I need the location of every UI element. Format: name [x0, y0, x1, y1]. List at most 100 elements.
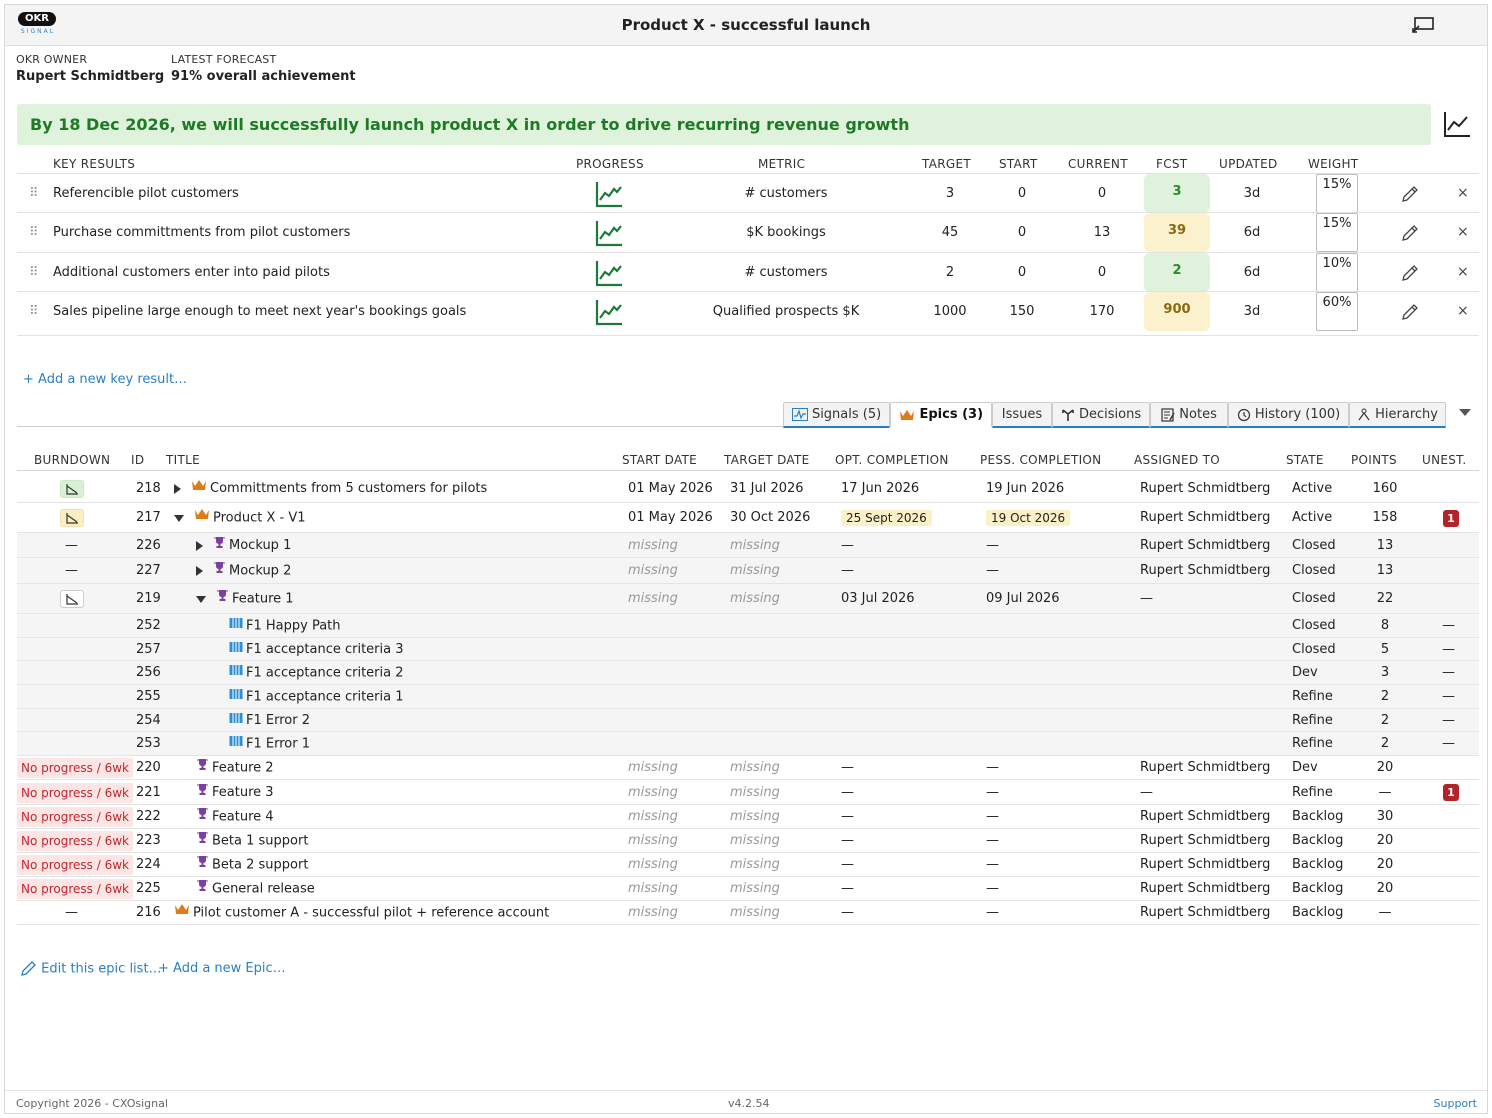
epic-title[interactable]: Feature 1	[232, 592, 294, 607]
progress-chart-icon[interactable]	[595, 180, 623, 208]
unestimated-count-badge[interactable]: 1	[1443, 784, 1459, 801]
expand-chevron-right-icon[interactable]	[196, 540, 203, 551]
more-tabs-chevron-down-icon[interactable]	[1459, 409, 1471, 416]
epic-title[interactable]: F1 Error 2	[246, 713, 310, 728]
support-link[interactable]: Support	[1434, 1097, 1477, 1110]
assigned-to[interactable]: Rupert Schmidtberg	[1140, 503, 1270, 533]
assigned-to[interactable]: Rupert Schmidtberg	[1140, 805, 1270, 829]
tab-history[interactable]: History (100)	[1228, 402, 1349, 428]
progress-chart-icon[interactable]	[595, 219, 623, 247]
assigned-to[interactable]: —	[1140, 780, 1153, 805]
epic-row[interactable]: 218 Committments from 5 customers for pil…	[17, 474, 1479, 503]
key-result-title[interactable]: Purchase committments from pilot custome…	[53, 213, 350, 252]
epic-row[interactable]: No progress / 6wk 221 Feature 3 missing miss…	[17, 780, 1479, 805]
epic-row[interactable]: No progress / 6wk 223 Beta 1 support missin…	[17, 829, 1479, 853]
close-icon[interactable]: ×	[1457, 213, 1469, 252]
key-result-title[interactable]: Sales pipeline large enough to meet next…	[53, 292, 466, 331]
assigned-to[interactable]: Rupert Schmidtberg	[1140, 877, 1270, 901]
epic-title[interactable]: Feature 3	[212, 785, 274, 800]
add-key-result-link[interactable]: + Add a new key result…	[23, 372, 187, 387]
epic-title[interactable]: Feature 4	[212, 810, 274, 825]
expand-chevron-right-icon[interactable]	[174, 483, 181, 494]
epic-row[interactable]: No progress / 6wk 224 Beta 2 support missin…	[17, 853, 1479, 877]
kr-weight-input[interactable]: 60%	[1316, 292, 1358, 331]
burndown-chart-icon[interactable]	[60, 479, 84, 498]
assigned-to[interactable]: Rupert Schmidtberg	[1140, 558, 1270, 584]
assigned-to[interactable]: Rupert Schmidtberg	[1140, 756, 1270, 780]
kr-forecast-badge[interactable]: 3	[1144, 174, 1210, 213]
progress-chart-icon[interactable]	[595, 259, 623, 287]
kr-forecast-badge[interactable]: 2	[1144, 253, 1210, 292]
tab-issues[interactable]: Issues	[992, 402, 1052, 428]
kr-weight-input[interactable]: 15%	[1316, 213, 1358, 252]
edit-pencil-icon[interactable]	[1401, 185, 1419, 203]
epic-row[interactable]: No progress / 6wk 222 Feature 4 missing miss…	[17, 805, 1479, 829]
close-icon[interactable]: ×	[1457, 292, 1469, 331]
assigned-to[interactable]: Rupert Schmidtberg	[1140, 533, 1270, 558]
assigned-to[interactable]: Rupert Schmidtberg	[1140, 901, 1270, 925]
epic-title[interactable]: Feature 2	[212, 761, 274, 776]
tab-decisions[interactable]: Decisions	[1052, 402, 1150, 428]
close-icon[interactable]: ×	[1457, 253, 1469, 292]
trend-chart-icon[interactable]	[1442, 109, 1472, 139]
drag-handle-icon[interactable]: ⠿	[29, 292, 39, 331]
tab-notes[interactable]: Notes	[1150, 402, 1228, 428]
present-icon[interactable]	[1411, 16, 1435, 34]
epic-row[interactable]: 254 F1 Error 2 Refine 2 —	[17, 709, 1479, 732]
epic-title[interactable]: Committments from 5 customers for pilots	[210, 481, 487, 496]
drag-handle-icon[interactable]: ⠿	[29, 213, 39, 252]
add-epic-link[interactable]: + Add a new Epic…	[158, 961, 286, 976]
epic-title[interactable]: F1 acceptance criteria 3	[246, 642, 404, 657]
kr-weight-input[interactable]: 10%	[1316, 253, 1358, 292]
kr-forecast-badge[interactable]: 900	[1144, 292, 1210, 331]
collapse-chevron-down-icon[interactable]	[196, 595, 206, 603]
assigned-to[interactable]: —	[1140, 584, 1153, 614]
tab-epics[interactable]: Epics (3)	[890, 402, 992, 428]
collapse-chevron-down-icon[interactable]	[174, 514, 184, 522]
assigned-to[interactable]: Rupert Schmidtberg	[1140, 829, 1270, 853]
drag-handle-icon[interactable]: ⠿	[29, 174, 39, 213]
epic-row[interactable]: 219 Feature 1 missing missing 03 Jul 2026 09 …	[17, 584, 1479, 614]
assigned-to[interactable]: Rupert Schmidtberg	[1140, 474, 1270, 503]
key-result-title[interactable]: Additional customers enter into paid pil…	[53, 253, 330, 292]
objective-statement[interactable]: By 18 Dec 2026, we will successfully lau…	[17, 104, 1431, 145]
edit-epic-list-link[interactable]: Edit this epic list…	[20, 961, 162, 977]
epic-title[interactable]: Mockup 2	[229, 564, 291, 579]
expand-chevron-right-icon[interactable]	[196, 566, 203, 576]
epic-row[interactable]: — 216 Pilot customer A - successful pilot …	[17, 901, 1479, 925]
assigned-to[interactable]: Rupert Schmidtberg	[1140, 853, 1270, 877]
epic-title[interactable]: Beta 1 support	[212, 834, 308, 849]
key-result-title[interactable]: Referencible pilot customers	[53, 174, 239, 213]
close-icon[interactable]: ×	[1457, 174, 1469, 213]
edit-pencil-icon[interactable]	[1401, 303, 1419, 321]
drag-handle-icon[interactable]: ⠿	[29, 253, 39, 292]
epic-row[interactable]: No progress / 6wk 220 Feature 2 missing miss…	[17, 756, 1479, 780]
epic-title[interactable]: General release	[212, 882, 315, 897]
epic-row[interactable]: — 227 Mockup 2 missing missing — — Rupert Schmi…	[17, 558, 1479, 584]
epic-row[interactable]: — 226 Mockup 1 missing missing — — Rupert Schmi…	[17, 533, 1479, 558]
epic-title[interactable]: F1 acceptance criteria 1	[246, 690, 404, 705]
edit-pencil-icon[interactable]	[1401, 224, 1419, 242]
edit-pencil-icon[interactable]	[1401, 264, 1419, 282]
epic-row[interactable]: 252 F1 Happy Path Closed 8 —	[17, 614, 1479, 638]
epic-row[interactable]: 257 F1 acceptance criteria 3 Closed 5 —	[17, 638, 1479, 661]
kr-forecast-badge[interactable]: 39	[1144, 213, 1210, 252]
epic-row[interactable]: 253 F1 Error 1 Refine 2 —	[17, 732, 1479, 756]
progress-chart-icon[interactable]	[595, 298, 623, 326]
epic-title[interactable]: Mockup 1	[229, 538, 291, 553]
epic-title[interactable]: Pilot customer A - successful pilot + re…	[193, 906, 549, 921]
epic-row[interactable]: 217 Product X - V1 01 May 2026 30 Oct 2026 2…	[17, 503, 1479, 533]
epic-row[interactable]: 255 F1 acceptance criteria 1 Refine 2 —	[17, 685, 1479, 709]
epic-title[interactable]: F1 Happy Path	[246, 619, 341, 634]
tab-signals[interactable]: Signals (5)	[783, 402, 890, 428]
epic-row[interactable]: No progress / 6wk 225 General release missi…	[17, 877, 1479, 901]
epic-title[interactable]: F1 Error 1	[246, 737, 310, 752]
epic-title[interactable]: Beta 2 support	[212, 858, 308, 873]
burndown-chart-icon[interactable]	[60, 509, 84, 527]
burndown-chart-icon[interactable]	[60, 590, 84, 608]
epic-row[interactable]: 256 F1 acceptance criteria 2 Dev 3 —	[17, 661, 1479, 685]
epic-title[interactable]: Product X - V1	[213, 511, 306, 526]
kr-weight-input[interactable]: 15%	[1316, 174, 1358, 213]
unestimated-count-badge[interactable]: 1	[1443, 509, 1459, 527]
epic-title[interactable]: F1 acceptance criteria 2	[246, 666, 404, 681]
